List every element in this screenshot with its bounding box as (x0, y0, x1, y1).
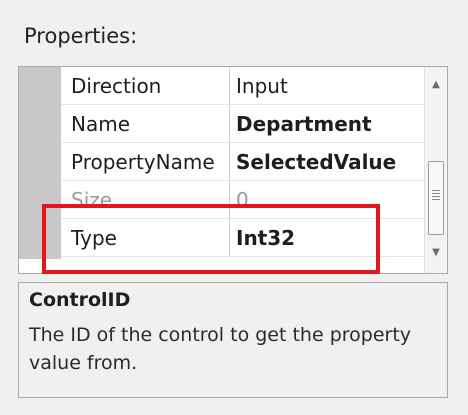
description-panel: ControlID The ID of the control to get t… (18, 282, 448, 398)
property-row-direction[interactable]: Direction Input (61, 67, 425, 105)
property-value[interactable]: Int32 (229, 218, 425, 257)
property-name[interactable]: Size (61, 180, 230, 219)
property-table: Direction Input Name Department Property… (61, 67, 425, 257)
property-value[interactable]: SelectedValue (229, 142, 425, 181)
property-row-name[interactable]: Name Department (61, 104, 425, 143)
category-gutter (19, 67, 61, 273)
property-value[interactable]: Department (229, 104, 425, 143)
property-name[interactable]: PropertyName (61, 142, 230, 181)
description-text: The ID of the control to get the propert… (29, 324, 412, 374)
gutter-tail (19, 259, 61, 273)
property-name[interactable]: Type (61, 218, 230, 257)
property-row-propertyname[interactable]: PropertyName SelectedValue (61, 142, 425, 181)
description-title: ControlID (29, 289, 131, 311)
property-row-type[interactable]: Type Int32 (61, 218, 425, 257)
property-grid[interactable]: Direction Input Name Department Property… (18, 66, 448, 274)
property-value[interactable]: 0 (229, 180, 425, 219)
property-row-size[interactable]: Size 0 (61, 180, 425, 219)
vertical-scrollbar[interactable]: ▲ ▼ (424, 67, 447, 273)
scroll-down-arrow-icon[interactable]: ▼ (430, 248, 442, 258)
scroll-up-arrow-icon[interactable]: ▲ (430, 80, 442, 90)
property-name[interactable]: Direction (61, 67, 230, 105)
property-value[interactable]: Input (229, 67, 425, 105)
grip-icon (432, 190, 440, 202)
scroll-thumb[interactable] (428, 161, 444, 235)
properties-label: Properties: (24, 24, 138, 48)
property-name[interactable]: Name (61, 104, 230, 143)
